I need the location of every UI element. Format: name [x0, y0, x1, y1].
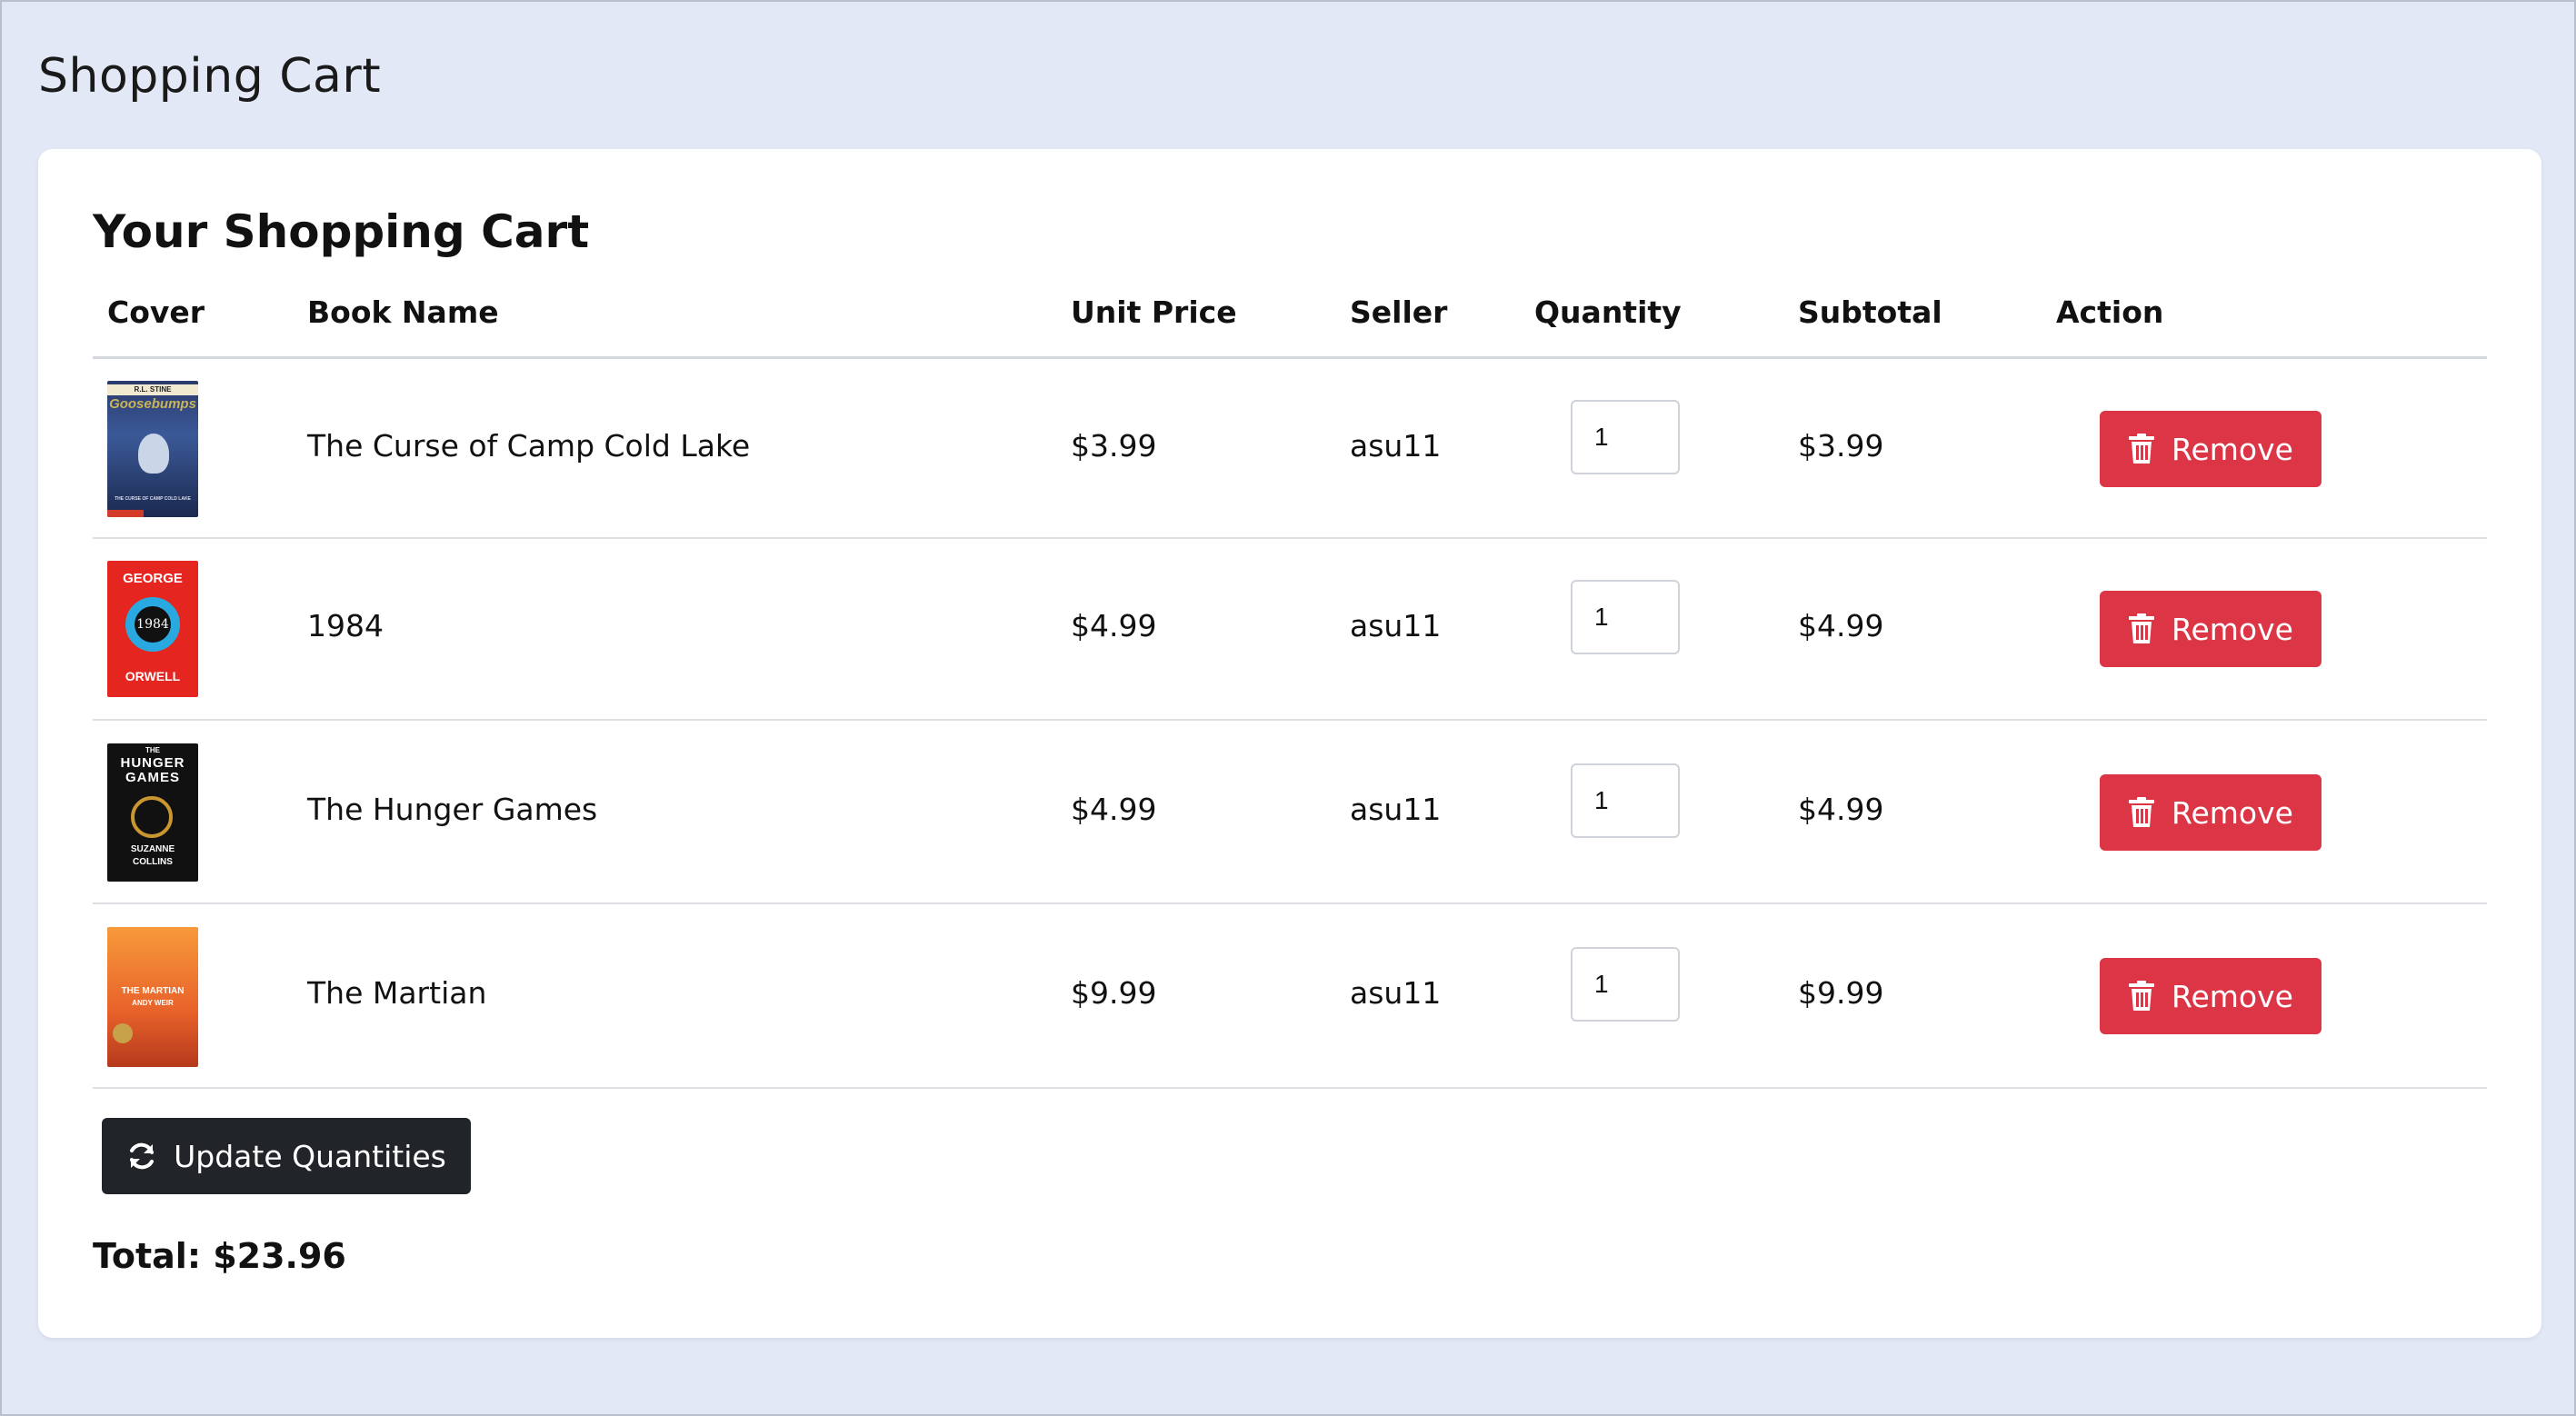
page-title: Shopping Cart [38, 49, 382, 104]
subtotal: $4.99 [1798, 792, 1884, 827]
cart-total: Total: $23.96 [93, 1236, 346, 1276]
seller: asu11 [1350, 608, 1442, 643]
update-quantities-button[interactable]: Update Quantities [102, 1118, 471, 1194]
quantity-input[interactable] [1571, 947, 1680, 1022]
quantity-input[interactable] [1571, 580, 1680, 654]
trash-icon [2129, 434, 2155, 464]
book-cover-1984: GEORGE 1984 ORWELL [107, 561, 198, 697]
book-name: The Martian [307, 975, 487, 1011]
unit-price: $9.99 [1071, 975, 1157, 1011]
trash-icon [2129, 613, 2155, 643]
book-name: The Hunger Games [307, 792, 598, 827]
column-header-subtotal: Subtotal [1798, 294, 1942, 330]
unit-price: $4.99 [1071, 792, 1157, 827]
remove-label: Remove [2172, 794, 2293, 831]
table-row: GEORGE 1984 ORWELL 1984 $4.99 asu11 $4.9… [93, 539, 2487, 721]
column-header-quantity: Quantity [1534, 294, 1682, 330]
book-name: The Curse of Camp Cold Lake [307, 428, 751, 464]
book-cover-hunger-games: THE HUNGER GAMES SUZANNE COLLINS [107, 743, 198, 882]
remove-button[interactable]: Remove [2100, 774, 2321, 851]
table-row: THE MARTIAN ANDY WEIR The Martian $9.99 … [93, 904, 2487, 1089]
seller: asu11 [1350, 975, 1442, 1011]
column-header-action: Action [2056, 294, 2164, 330]
remove-button[interactable]: Remove [2100, 958, 2321, 1034]
remove-button[interactable]: Remove [2100, 591, 2321, 667]
table-row: THE HUNGER GAMES SUZANNE COLLINS The Hun… [93, 721, 2487, 904]
remove-label: Remove [2172, 431, 2293, 467]
column-header-cover: Cover [107, 294, 205, 330]
seller: asu11 [1350, 428, 1442, 464]
cart-card: Your Shopping Cart Cover Book Name Unit … [38, 149, 2541, 1338]
cart-heading: Your Shopping Cart [93, 205, 590, 258]
unit-price: $4.99 [1071, 608, 1157, 643]
remove-button[interactable]: Remove [2100, 411, 2321, 487]
subtotal: $9.99 [1798, 975, 1884, 1011]
remove-label: Remove [2172, 611, 2293, 647]
subtotal: $3.99 [1798, 428, 1884, 464]
book-cover-martian: THE MARTIAN ANDY WEIR [107, 927, 198, 1067]
quantity-input[interactable] [1571, 763, 1680, 838]
column-header-seller: Seller [1350, 294, 1448, 330]
seller: asu11 [1350, 792, 1442, 827]
sync-icon [130, 1142, 155, 1170]
remove-label: Remove [2172, 978, 2293, 1014]
book-cover-goosebumps: R.L. STINE Goosebumps THE CURSE OF CAMP … [107, 381, 198, 517]
trash-icon [2129, 797, 2155, 827]
update-quantities-label: Update Quantities [174, 1138, 446, 1174]
subtotal: $4.99 [1798, 608, 1884, 643]
column-header-unit-price: Unit Price [1071, 294, 1237, 330]
column-header-book-name: Book Name [307, 294, 499, 330]
quantity-input[interactable] [1571, 400, 1680, 474]
table-row: R.L. STINE Goosebumps THE CURSE OF CAMP … [93, 359, 2487, 539]
unit-price: $3.99 [1071, 428, 1157, 464]
book-name: 1984 [307, 608, 384, 643]
trash-icon [2129, 981, 2155, 1011]
